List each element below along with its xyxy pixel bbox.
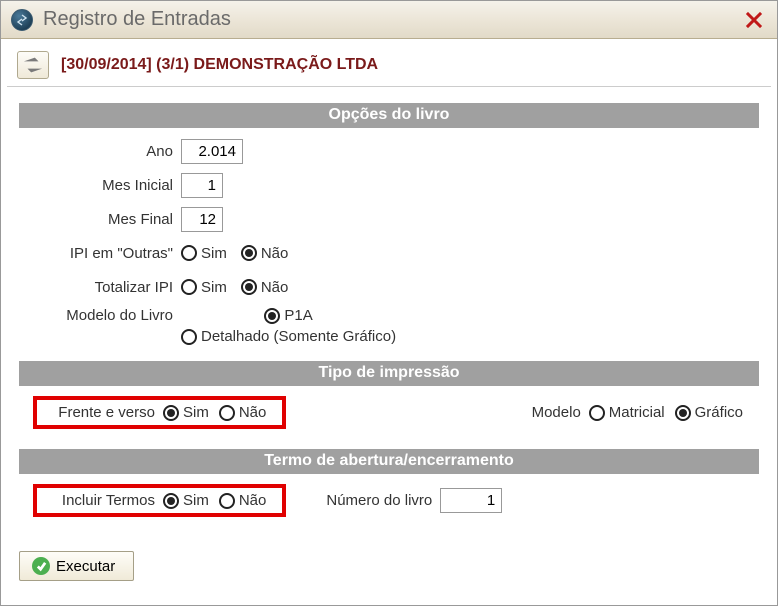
- company-line: [30/09/2014] (3/1) DEMONSTRAÇÃO LTDA: [61, 56, 378, 74]
- label-ipi-outras: IPI em "Outras": [19, 245, 181, 262]
- content: Opções do livro Ano Mes Inicial Mes Fina…: [1, 89, 777, 543]
- radio-totalizar-ipi-nao[interactable]: Não: [241, 279, 289, 296]
- input-numero-livro[interactable]: [440, 488, 502, 513]
- input-mes-final[interactable]: [181, 207, 223, 232]
- radio-modelo-livro-p1a[interactable]: P1A: [264, 307, 312, 324]
- footer: Executar: [1, 543, 777, 589]
- input-mes-inicial[interactable]: [181, 173, 223, 198]
- section-tipo: Tipo de impressão: [19, 361, 759, 386]
- radio-ipi-outras-nao[interactable]: Não: [241, 245, 289, 262]
- input-ano[interactable]: [181, 139, 243, 164]
- section-opcoes: Opções do livro: [19, 103, 759, 128]
- radio-modelo-matricial[interactable]: Matricial: [589, 404, 665, 421]
- window-root: Registro de Entradas [30/09/2014] (3/1) …: [0, 0, 778, 606]
- radio-frente-verso-nao[interactable]: Não: [219, 404, 267, 421]
- highlight-incluir-termos: Incluir Termos Sim Não: [33, 484, 286, 517]
- label-frente-verso: Frente e verso: [43, 404, 163, 421]
- executar-label: Executar: [56, 558, 115, 575]
- app-icon: [11, 9, 33, 31]
- label-mes-inicial: Mes Inicial: [19, 177, 181, 194]
- radio-incluir-termos-sim[interactable]: Sim: [163, 492, 209, 509]
- label-ano: Ano: [19, 143, 181, 160]
- titlebar: Registro de Entradas: [1, 1, 777, 39]
- window-title: Registro de Entradas: [43, 8, 739, 31]
- executar-button[interactable]: Executar: [19, 551, 134, 581]
- radio-incluir-termos-nao[interactable]: Não: [219, 492, 267, 509]
- section-termo: Termo de abertura/encerramento: [19, 449, 759, 474]
- label-numero-livro: Número do livro: [326, 492, 440, 509]
- label-totalizar-ipi: Totalizar IPI: [19, 279, 181, 296]
- highlight-frente-verso: Frente e verso Sim Não: [33, 396, 286, 429]
- label-modelo-livro: Modelo do Livro: [19, 304, 181, 324]
- radio-frente-verso-sim[interactable]: Sim: [163, 404, 209, 421]
- label-modelo: Modelo: [532, 404, 589, 421]
- label-mes-final: Mes Final: [19, 211, 181, 228]
- close-button[interactable]: [739, 8, 769, 32]
- check-icon: [32, 557, 50, 575]
- label-incluir-termos: Incluir Termos: [43, 492, 163, 509]
- radio-totalizar-ipi-sim[interactable]: Sim: [181, 279, 227, 296]
- subheader: [30/09/2014] (3/1) DEMONSTRAÇÃO LTDA: [7, 43, 771, 87]
- radio-modelo-livro-detalhado[interactable]: Detalhado (Somente Gráfico): [181, 328, 396, 345]
- radio-modelo-grafico[interactable]: Gráfico: [675, 404, 743, 421]
- termo-form: Incluir Termos Sim Não Número do livro: [19, 474, 759, 533]
- swap-button[interactable]: [17, 51, 49, 79]
- opcoes-form: Ano Mes Inicial Mes Final IPI em "Outras…: [19, 128, 759, 357]
- radio-ipi-outras-sim[interactable]: Sim: [181, 245, 227, 262]
- tipo-form: Frente e verso Sim Não Modelo Matricial …: [19, 386, 759, 445]
